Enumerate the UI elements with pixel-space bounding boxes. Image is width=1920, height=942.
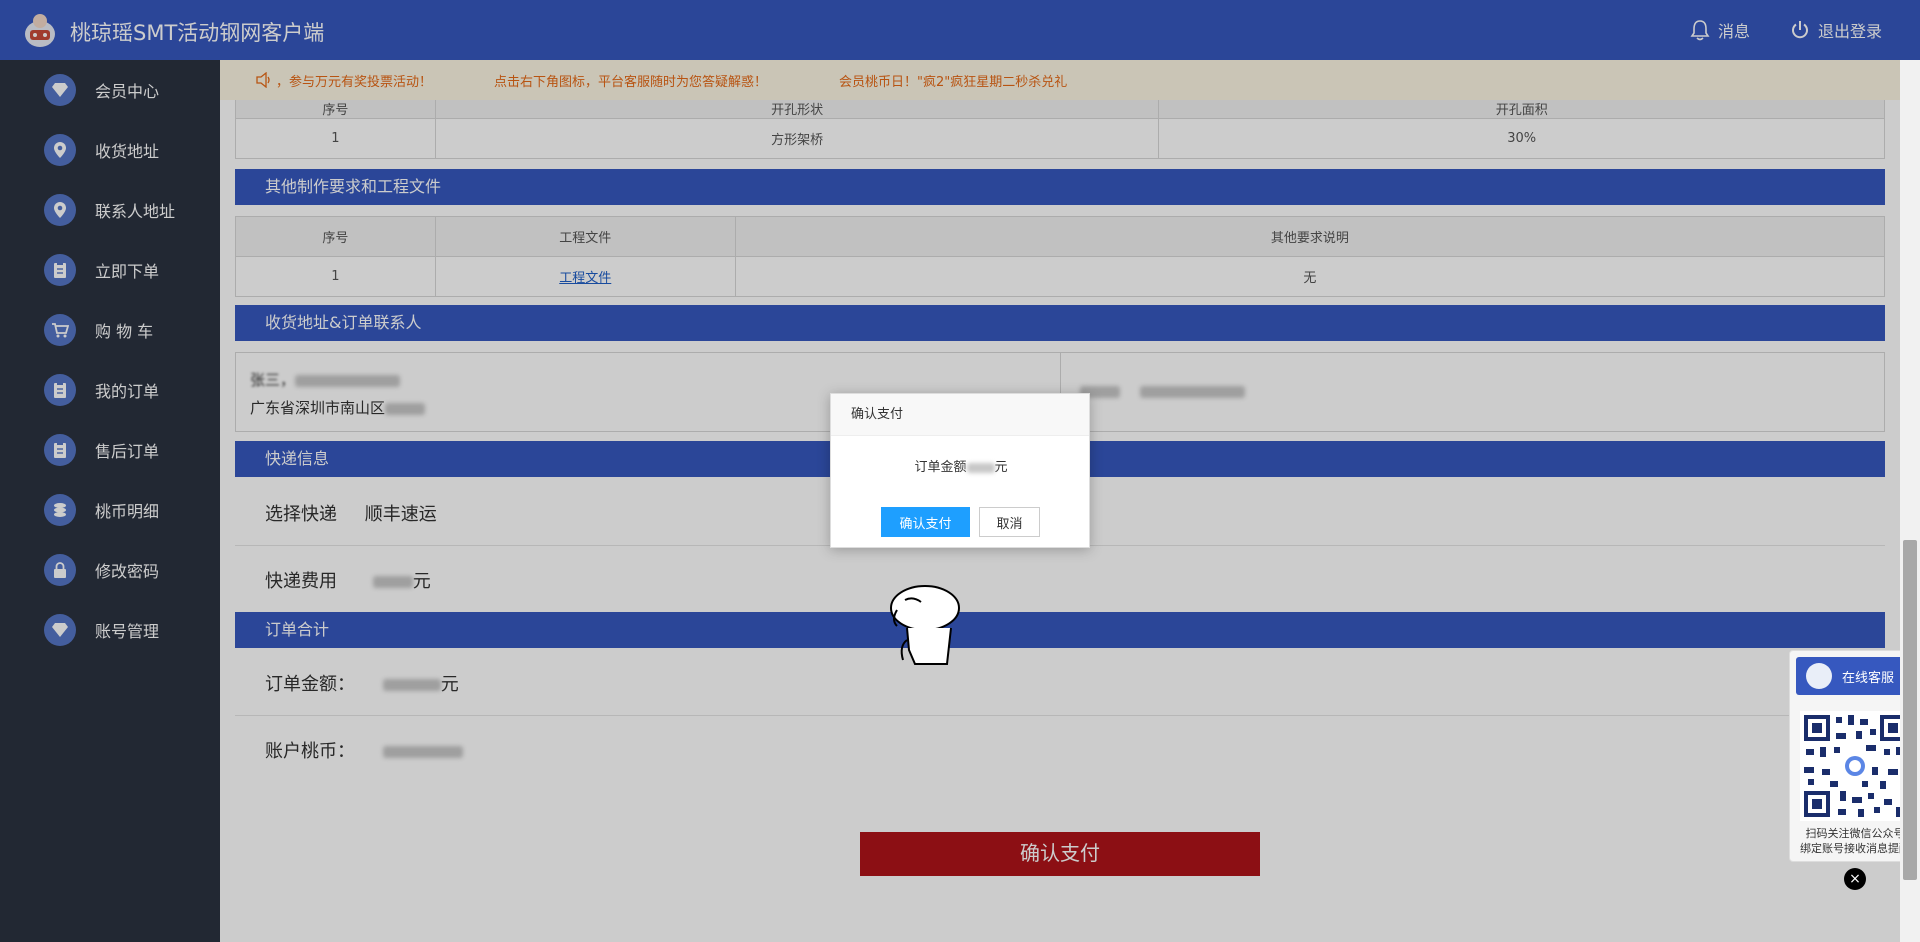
online-service-button[interactable]: 在线客服 (1796, 657, 1914, 695)
dialog-message: 订单金额 元 (831, 456, 1091, 475)
scrollbar-thumb[interactable] (1903, 540, 1917, 880)
mascot-character-icon (890, 585, 960, 665)
dialog-title: 确认支付 (831, 394, 1089, 436)
service-avatar-icon (1806, 663, 1832, 689)
dialog-confirm-button[interactable]: 确认支付 (881, 507, 970, 537)
online-service-label: 在线客服 (1842, 670, 1895, 686)
dialog-cancel-button[interactable]: 取消 (979, 507, 1040, 537)
redacted-amount (966, 462, 995, 473)
page-scrollbar[interactable] (1900, 60, 1920, 942)
close-service-button[interactable]: × (1844, 868, 1866, 890)
qr-code-icon (1800, 711, 1910, 821)
confirm-payment-dialog: 确认支付 订单金额 元 确认支付 取消 (830, 393, 1090, 548)
dialog-message-suffix: 元 (994, 460, 1008, 475)
dialog-message-prefix: 订单金额 (914, 460, 967, 475)
